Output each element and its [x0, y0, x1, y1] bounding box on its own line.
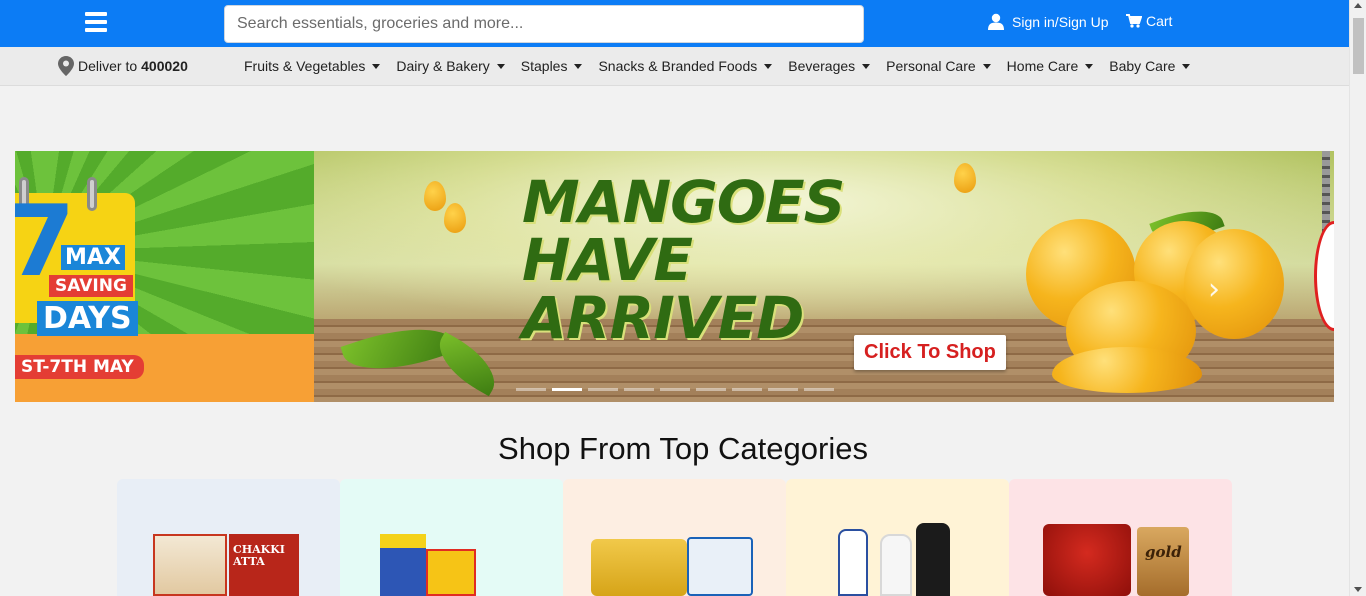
nav-item-baby-care[interactable]: Baby Care	[1109, 58, 1191, 74]
headline-line-1: MANGOES	[522, 168, 845, 236]
promo-saving: SAVING	[49, 275, 133, 297]
scroll-thumb[interactable]	[1353, 18, 1364, 74]
carousel-dot[interactable]	[624, 388, 654, 391]
top-header: Sign in/Sign Up Cart	[0, 0, 1349, 47]
hanging-mango	[424, 181, 446, 211]
deliver-location[interactable]: Deliver to 400020	[58, 56, 188, 76]
caret-down-icon	[764, 63, 773, 69]
caret-down-icon	[574, 63, 583, 69]
nav-item-label: Snacks & Branded Foods	[598, 58, 758, 74]
shampoo-bottle-image	[916, 523, 950, 596]
carousel-dot[interactable]	[768, 388, 798, 391]
carousel-dot[interactable]	[660, 388, 690, 391]
biscuit-pack-image	[426, 549, 476, 596]
cart-icon	[1126, 14, 1142, 28]
chakki-atta-bag-image: CHAKKI ATTA	[229, 534, 299, 596]
promo-days: DAYS	[37, 301, 138, 336]
caret-down-icon	[862, 63, 871, 69]
page-scrollbar[interactable]	[1349, 0, 1366, 596]
caret-down-icon	[982, 63, 991, 69]
mango	[1184, 229, 1284, 339]
nav-item-label: Personal Care	[886, 58, 976, 74]
nav-category-list: Fruits & Vegetables Dairy & Bakery Stapl…	[244, 58, 1206, 74]
caret-down-icon	[496, 63, 505, 69]
signin-link[interactable]: Sign in/Sign Up	[988, 13, 1109, 30]
caret-down-icon	[1182, 63, 1191, 69]
chevron-right-icon[interactable]: ›	[1208, 272, 1220, 307]
cart-button[interactable]: Cart	[1126, 13, 1172, 29]
atta-bag-image	[153, 534, 227, 596]
milk-pack-image	[687, 537, 753, 596]
ghee-tin-image	[591, 539, 687, 596]
headline-line-3: ARRIVED	[522, 284, 804, 352]
nav-item-fruits-vegetables[interactable]: Fruits & Vegetables	[244, 58, 381, 74]
menu-icon[interactable]	[85, 12, 107, 32]
user-icon	[988, 13, 1004, 30]
shampoo-bottle-image	[880, 534, 912, 596]
headline-line-2: HAVE	[522, 226, 693, 294]
hanging-mango	[444, 203, 466, 233]
carousel-dot[interactable]	[732, 388, 762, 391]
tea-pack-image	[1043, 524, 1131, 596]
nav-item-label: Fruits & Vegetables	[244, 58, 366, 74]
deliver-pincode: 400020	[141, 58, 188, 74]
search-input[interactable]	[224, 5, 864, 43]
nav-item-label: Baby Care	[1109, 58, 1176, 74]
nav-item-snacks-branded-foods[interactable]: Snacks & Branded Foods	[598, 58, 773, 74]
tea-pack-image: gold	[1137, 527, 1189, 596]
section-title: Shop From Top Categories	[498, 431, 868, 466]
tea-label: gold	[1145, 543, 1182, 561]
carousel-dot[interactable]	[588, 388, 618, 391]
atta-label: CHAKKI ATTA	[233, 543, 285, 568]
category-tile-dairy[interactable]	[563, 479, 786, 596]
mango-slice	[1052, 347, 1202, 393]
max-saving-days-promo[interactable]: 7 MAX SAVING DAYS ST-7TH MAY	[15, 151, 314, 402]
location-pin-icon	[58, 56, 74, 76]
promo-dates: ST-7TH MAY	[15, 355, 144, 379]
nav-item-staples[interactable]: Staples	[521, 58, 583, 74]
caret-down-icon	[372, 63, 381, 69]
carousel-dot[interactable]	[696, 388, 726, 391]
nav-item-label: Beverages	[788, 58, 856, 74]
hero-carousel[interactable]: 7 MAX SAVING DAYS ST-7TH MAY MANGOES HAV…	[15, 151, 1334, 402]
calendar-ring	[87, 177, 97, 211]
shampoo-bottle-image	[838, 529, 868, 596]
category-tile-staples[interactable]: CHAKKI ATTA	[117, 479, 340, 596]
category-tile-snacks[interactable]	[340, 479, 563, 596]
carousel-dot-active[interactable]	[552, 388, 582, 391]
nav-item-dairy-bakery[interactable]: Dairy & Bakery	[396, 58, 505, 74]
nav-item-personal-care[interactable]: Personal Care	[886, 58, 991, 74]
promo-max: MAX	[61, 245, 125, 270]
banner-headline: MANGOES HAVE ARRIVED	[522, 168, 845, 352]
cart-label: Cart	[1146, 13, 1173, 29]
category-nav: Deliver to 400020 Fruits & Vegetables Da…	[0, 47, 1349, 86]
scroll-down-icon[interactable]	[1354, 587, 1362, 592]
carousel-dot[interactable]	[516, 388, 546, 391]
caret-down-icon	[1085, 63, 1094, 69]
category-tile-personal-care[interactable]	[786, 479, 1009, 596]
nav-item-beverages[interactable]: Beverages	[788, 58, 871, 74]
click-to-shop-button[interactable]: Click To Shop	[854, 335, 1006, 370]
signin-label: Sign in/Sign Up	[1012, 13, 1109, 30]
mangoes-promo[interactable]: MANGOES HAVE ARRIVED Click To Shop	[314, 151, 1334, 402]
hanging-mango	[954, 163, 976, 193]
category-tile-beverages[interactable]: gold	[1009, 479, 1232, 596]
carousel-indicators	[516, 388, 840, 391]
nav-item-home-care[interactable]: Home Care	[1007, 58, 1094, 74]
carousel-dot[interactable]	[804, 388, 834, 391]
biscuit-pack-image	[380, 534, 426, 596]
deliver-prefix: Deliver to	[78, 58, 138, 74]
nav-item-label: Dairy & Bakery	[396, 58, 490, 74]
scroll-up-icon[interactable]	[1354, 3, 1362, 8]
nav-item-label: Staples	[520, 58, 568, 74]
nav-item-label: Home Care	[1006, 58, 1079, 74]
